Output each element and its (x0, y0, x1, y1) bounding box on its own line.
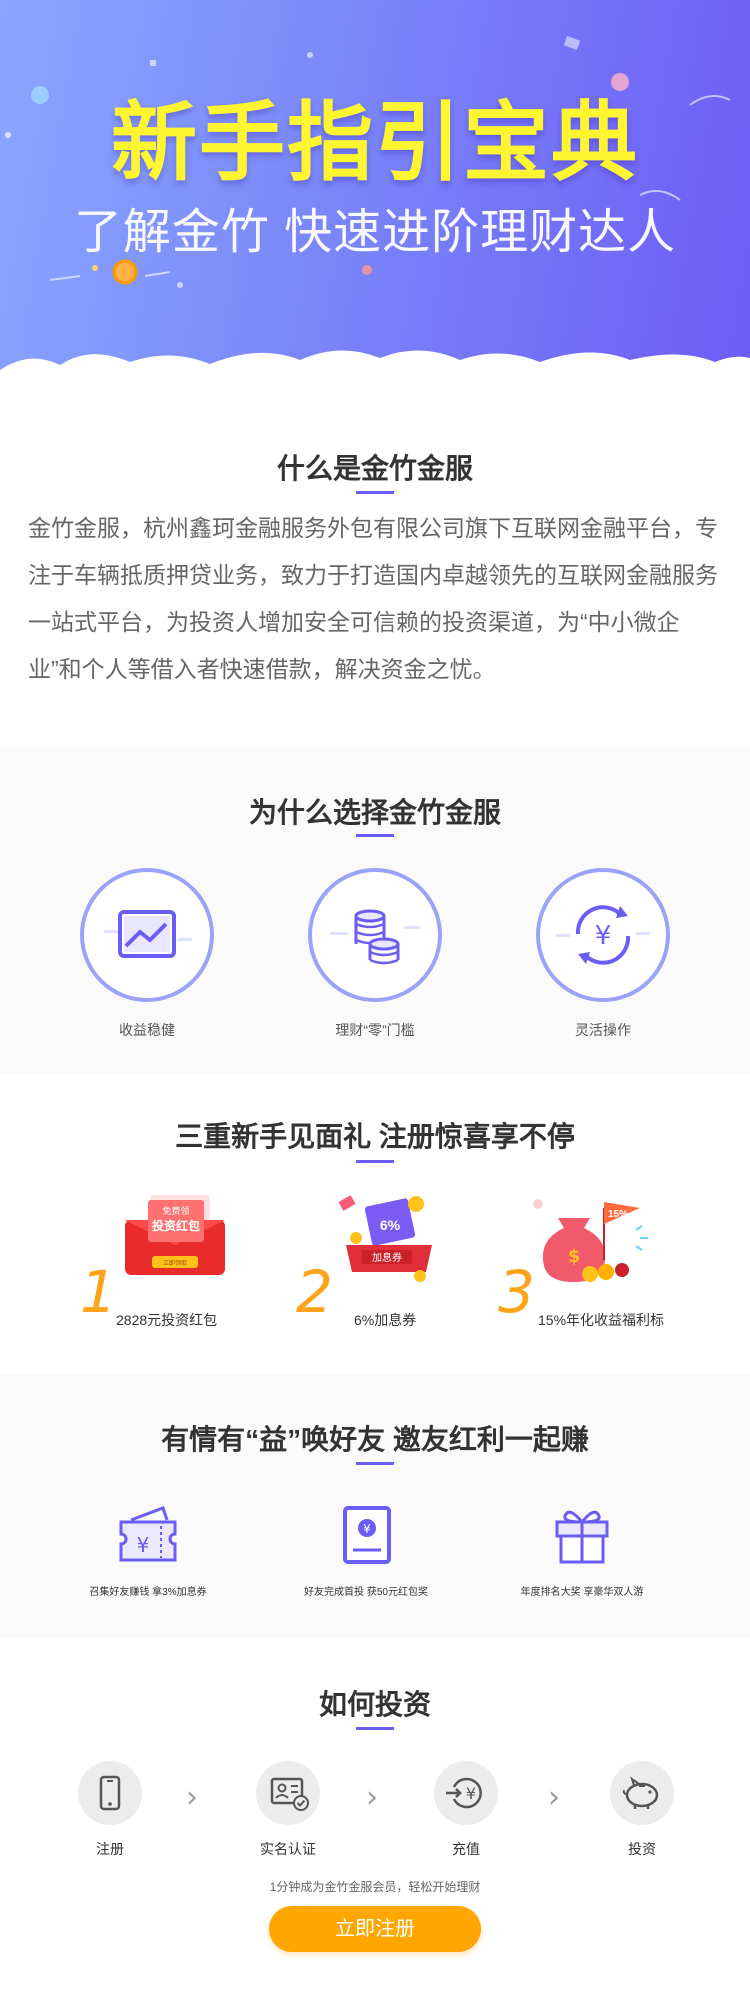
step-label: 投资 (628, 1841, 656, 1857)
invite-item-gather-friends: ¥ 召集好友赚钱 拿3%加息券 (48, 1500, 248, 1598)
about-text: 金竹金服，杭州鑫珂金融服务外包有限公司旗下互联网金融平台，专注于车辆抵质押贷业务… (28, 515, 718, 682)
gift-number: 2 (296, 1258, 333, 1326)
gifts-title: 三重新手见面礼 注册惊喜享不停 (175, 1121, 575, 1152)
svg-text:¥: ¥ (466, 1784, 476, 1803)
howto-title-underline (356, 1727, 394, 1730)
step-deposit[interactable]: ¥ 充值 (416, 1761, 516, 1859)
red-packet-icon: ¥ (343, 1506, 391, 1564)
gift-interest-coupon: 6% 加息券 2 6%加息券 (296, 1190, 466, 1330)
gift-welfare-bid: $ 15% 3 15%年化收益福利标 (498, 1190, 698, 1330)
invite-label: 好友完成首投 获50元红包奖 (304, 1587, 428, 1598)
feature-label: 理财“零”门槛 (335, 1022, 415, 1038)
coins-icon (330, 909, 420, 965)
invite-item-first-investment: ¥ 好友完成首投 获50元红包奖 (266, 1500, 466, 1598)
gift-label: 2828元投资红包 (116, 1312, 218, 1328)
chevron-right-icon: › (366, 1780, 378, 1815)
svg-text:立即领取: 立即领取 (163, 1259, 187, 1267)
feature-flexible: ¥ 灵活操作 (533, 868, 673, 1040)
invite-item-annual-ranking: 年度排名大奖 享豪华双人游 (482, 1500, 682, 1598)
money-bag-image: $ 15% (533, 1199, 648, 1282)
step-label: 充值 (452, 1841, 480, 1857)
gift-red-packet: 免费领 投资红包 立即领取 1 2828元投资红包 (80, 1190, 250, 1330)
chart-icon (104, 910, 192, 958)
cloud-divider (0, 350, 750, 400)
step-verify[interactable]: 实名认证 (238, 1761, 338, 1859)
svg-text:投资红包: 投资红包 (152, 1218, 200, 1233)
ticket-icon: ¥ (119, 1506, 177, 1562)
feature-stable-returns: 收益稳健 (77, 868, 217, 1040)
chevron-right-icon: › (186, 1780, 198, 1815)
why-title: 为什么选择金竹金服 (248, 797, 501, 828)
id-card-icon (270, 1777, 309, 1811)
hero-subtitle: 了解金竹 快速进阶理财达人 (73, 206, 677, 259)
why-title-underline (356, 834, 394, 837)
register-note: 1分钟成为金竹金服会员，轻松开始理财 (269, 1880, 481, 1894)
about-title: 什么是金竹金服 (276, 453, 473, 484)
invite-label: 年度排名大奖 享豪华双人游 (520, 1587, 644, 1598)
svg-text:$: $ (568, 1246, 581, 1267)
gifts-title-underline (356, 1160, 394, 1163)
coupon-image: 6% 加息券 (338, 1195, 432, 1282)
gift-label: 15%年化收益福利标 (538, 1312, 665, 1328)
step-invest[interactable]: 投资 (592, 1761, 692, 1859)
chevron-right-icon: › (548, 1780, 560, 1815)
about-title-underline (356, 491, 394, 494)
gift-number: 1 (80, 1258, 117, 1326)
svg-text:免费领: 免费领 (162, 1205, 189, 1216)
gift-label: 6%加息券 (354, 1312, 417, 1328)
hero-title: 新手指引宝典 (111, 95, 639, 191)
invite-label: 召集好友赚钱 拿3%加息券 (89, 1587, 207, 1598)
yen-deposit-icon: ¥ (446, 1777, 482, 1809)
svg-text:15%: 15% (608, 1209, 628, 1220)
gift-icon (555, 1510, 609, 1564)
gift-number: 3 (498, 1258, 535, 1326)
register-now-button[interactable]: 立即注册 (269, 1906, 481, 1952)
svg-text:6%: 6% (380, 1217, 401, 1233)
invite-title: 有情有“益”唤好友 邀友红利一起赚 (161, 1424, 589, 1455)
red-packet-image: 免费领 投资红包 立即领取 (125, 1195, 225, 1275)
phone-icon (99, 1775, 121, 1811)
yen-cycle-icon: ¥ (556, 905, 650, 965)
svg-text:¥: ¥ (363, 1522, 371, 1536)
feature-label: 灵活操作 (575, 1022, 631, 1038)
invite-title-underline (356, 1462, 394, 1465)
step-label: 注册 (96, 1841, 124, 1857)
step-label: 实名认证 (260, 1841, 316, 1857)
svg-text:¥: ¥ (595, 921, 612, 951)
howto-title: 如何投资 (318, 1689, 431, 1720)
feature-zero-threshold: 理财“零”门槛 (305, 868, 445, 1040)
feature-label: 收益稳健 (119, 1022, 175, 1038)
step-register[interactable]: 注册 (60, 1761, 160, 1859)
svg-text:加息券: 加息券 (372, 1251, 402, 1264)
svg-text:¥: ¥ (137, 1533, 150, 1557)
hero-banner: 新手指引宝典 了解金竹 快速进阶理财达人 (0, 0, 750, 400)
piggy-bank-icon (622, 1776, 659, 1809)
